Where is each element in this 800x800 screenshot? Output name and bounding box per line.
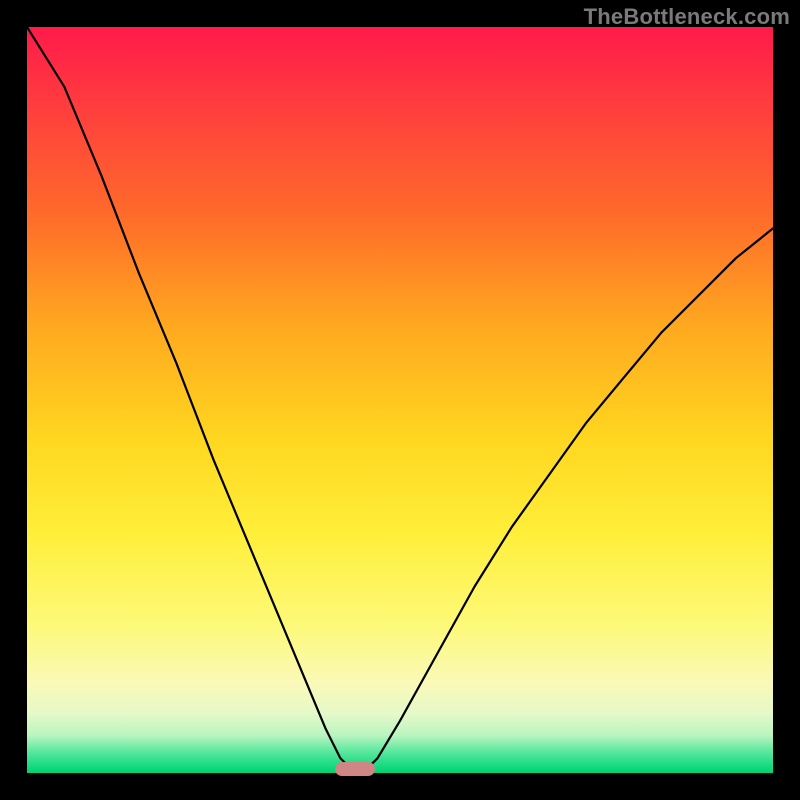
bottleneck-marker bbox=[335, 762, 375, 776]
bottleneck-curve bbox=[27, 27, 773, 773]
curve-layer bbox=[27, 27, 773, 773]
plot-frame bbox=[27, 27, 773, 773]
